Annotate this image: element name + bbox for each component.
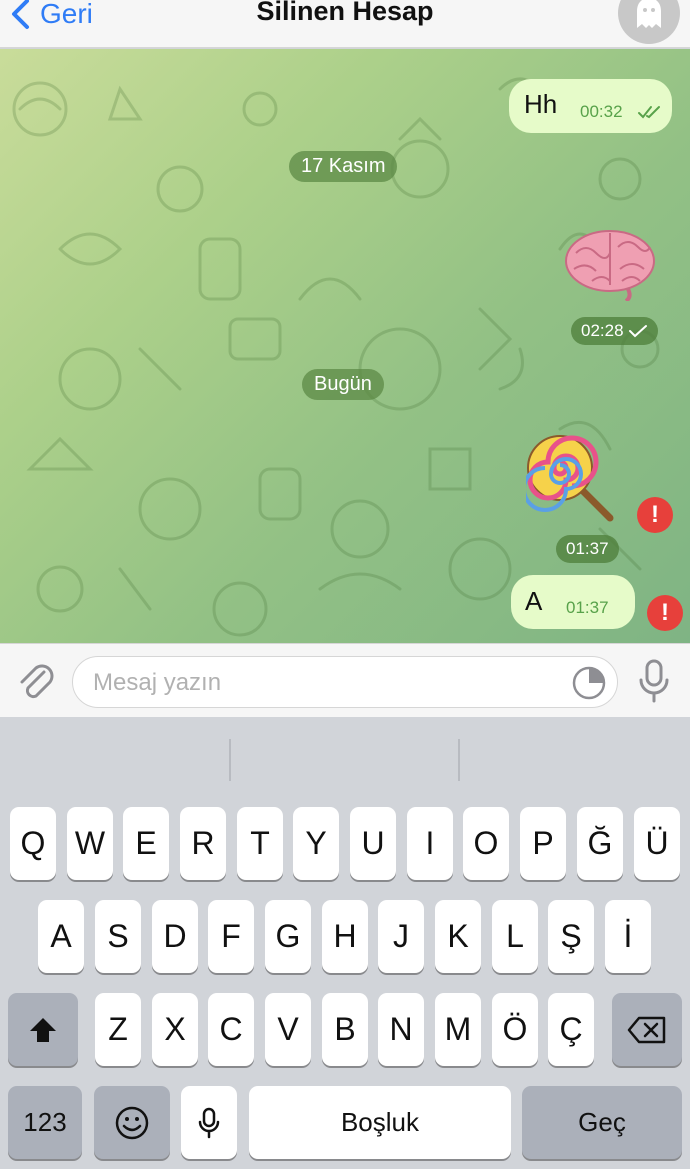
- message-time: 02:28: [581, 321, 624, 340]
- sticker-time: 02:28: [571, 317, 658, 345]
- paperclip-icon[interactable]: [14, 660, 58, 704]
- key[interactable]: Q: [10, 807, 56, 880]
- key[interactable]: İ: [605, 900, 651, 973]
- key[interactable]: N: [378, 993, 424, 1066]
- emoji-icon: [115, 1106, 149, 1139]
- key[interactable]: Ğ: [577, 807, 623, 880]
- key[interactable]: P: [520, 807, 566, 880]
- brain-sticker[interactable]: [562, 223, 658, 301]
- numbers-key[interactable]: 123: [8, 1086, 82, 1159]
- message-text: A: [525, 586, 543, 616]
- emoji-key[interactable]: [94, 1086, 170, 1159]
- key[interactable]: Ç: [548, 993, 594, 1066]
- key[interactable]: Ş: [548, 900, 594, 973]
- chat-title[interactable]: Silinen Hesap: [0, 0, 690, 27]
- key[interactable]: I: [407, 807, 453, 880]
- message-input-bar: [0, 643, 690, 717]
- message-bubble[interactable]: A 01:37: [511, 575, 635, 629]
- send-error-icon[interactable]: !: [647, 595, 683, 631]
- message-field: [72, 656, 618, 708]
- key[interactable]: F: [208, 900, 254, 973]
- shift-key[interactable]: [8, 993, 78, 1066]
- key[interactable]: R: [180, 807, 226, 880]
- key[interactable]: D: [152, 900, 198, 973]
- key[interactable]: B: [322, 993, 368, 1066]
- key[interactable]: Z: [95, 993, 141, 1066]
- send-error-icon[interactable]: !: [637, 497, 673, 533]
- key[interactable]: T: [237, 807, 283, 880]
- key[interactable]: A: [38, 900, 84, 973]
- check-icon: [628, 325, 647, 338]
- key[interactable]: K: [435, 900, 481, 973]
- key[interactable]: E: [123, 807, 169, 880]
- message-time: 00:32: [580, 102, 623, 121]
- ghost-icon: [637, 0, 661, 28]
- key[interactable]: U: [350, 807, 396, 880]
- space-key[interactable]: Boşluk: [249, 1086, 511, 1159]
- message-bubble[interactable]: Hh 00:32: [509, 79, 672, 133]
- dictation-key[interactable]: [181, 1086, 237, 1159]
- microphone-icon: [198, 1107, 220, 1138]
- keyboard: Q W E R T Y U I O P Ğ Ü A S D F G H J K …: [0, 717, 690, 1169]
- avatar[interactable]: [618, 0, 680, 44]
- message-time: 01:37: [566, 539, 609, 558]
- key[interactable]: H: [322, 900, 368, 973]
- sticker-timer-icon[interactable]: [571, 665, 607, 701]
- key[interactable]: L: [492, 900, 538, 973]
- key[interactable]: M: [435, 993, 481, 1066]
- key[interactable]: Ü: [634, 807, 680, 880]
- sticker-time: 01:37: [556, 535, 619, 563]
- key[interactable]: Ö: [492, 993, 538, 1066]
- backspace-key[interactable]: [612, 993, 682, 1066]
- message-input[interactable]: [93, 667, 563, 699]
- key[interactable]: G: [265, 900, 311, 973]
- microphone-icon[interactable]: [636, 658, 672, 704]
- double-check-icon: [638, 106, 660, 119]
- key[interactable]: O: [463, 807, 509, 880]
- message-text: Hh: [524, 89, 558, 119]
- lollipop-sticker[interactable]: [526, 434, 616, 524]
- key[interactable]: W: [67, 807, 113, 880]
- return-key[interactable]: Geç: [522, 1086, 682, 1159]
- date-separator: 17 Kasım: [289, 151, 398, 182]
- suggestion-divider: [229, 739, 231, 781]
- key[interactable]: J: [378, 900, 424, 973]
- backspace-icon: [627, 1016, 666, 1043]
- key[interactable]: C: [208, 993, 254, 1066]
- chat-header: Geri Silinen Hesap: [0, 0, 690, 48]
- suggestion-divider: [458, 739, 460, 781]
- date-separator: Bugün: [302, 369, 384, 400]
- key[interactable]: S: [95, 900, 141, 973]
- key[interactable]: X: [152, 993, 198, 1066]
- message-time: 01:37: [566, 598, 609, 617]
- chat-area[interactable]: Hh 00:32 17 Kasım 02:28 Bugün ! 01:37 A …: [0, 49, 690, 643]
- key[interactable]: V: [265, 993, 311, 1066]
- shift-arrow-icon: [30, 1017, 56, 1042]
- key[interactable]: Y: [293, 807, 339, 880]
